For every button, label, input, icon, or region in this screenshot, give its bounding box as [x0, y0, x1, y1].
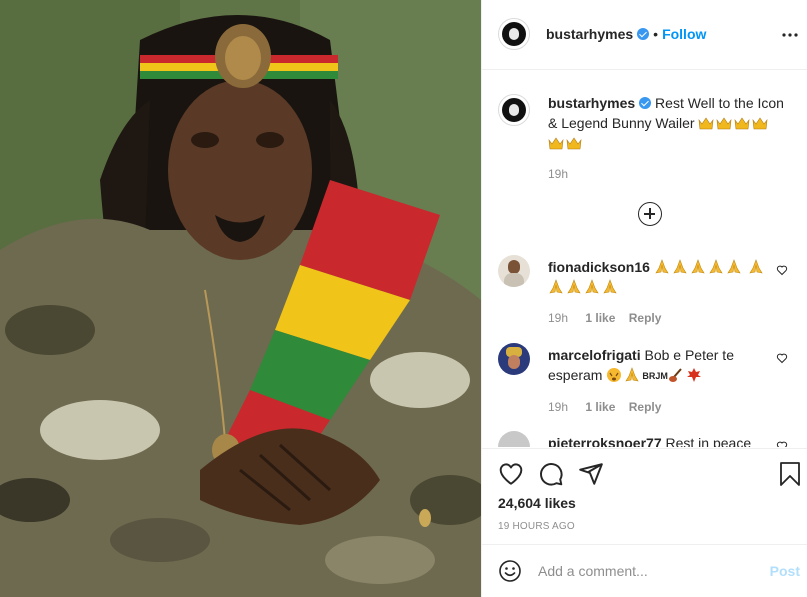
reply-button[interactable]: Reply [629, 311, 662, 325]
comment-icon[interactable] [538, 461, 564, 487]
verified-badge-icon [637, 28, 650, 40]
comment-time[interactable]: 19h [548, 400, 568, 414]
share-icon[interactable] [578, 461, 604, 487]
author-username[interactable]: bustarhymes [546, 26, 633, 42]
post-comment-button[interactable]: Post [770, 563, 800, 579]
caption-time[interactable]: 19h [548, 167, 788, 181]
caption-author-username[interactable]: bustarhymes [548, 95, 635, 111]
caption: bustarhymes Rest Well to the Icon & Lege… [548, 93, 788, 181]
add-comment-bar: Post [482, 544, 807, 597]
brjm-flag-text: BRJM [642, 371, 668, 381]
header-author-line: bustarhymes • Follow [546, 26, 706, 42]
comment-username[interactable]: fionadickson16 [548, 259, 650, 275]
likes-count[interactable]: 24,604 likes [498, 495, 576, 511]
post-photo[interactable] [0, 0, 481, 597]
comment-time[interactable]: 19h [548, 311, 568, 325]
comment-item: pieterroksnoer77 Rest in peace [548, 433, 768, 447]
photo-illustration [0, 0, 481, 597]
separator-dot: • [653, 26, 659, 42]
commenter-avatar[interactable] [498, 343, 530, 375]
commenter-avatar[interactable] [498, 431, 530, 447]
comment-like-heart-icon[interactable] [776, 352, 788, 364]
post-actions: 24,604 likes 19 HOURS AGO [482, 448, 807, 544]
comment-meta: 19h 1 like Reply [548, 400, 768, 414]
add-comment-plus-icon[interactable] [638, 202, 662, 226]
more-options-icon[interactable] [782, 26, 798, 37]
heart-icon[interactable] [498, 461, 524, 487]
bookmark-icon[interactable] [778, 461, 802, 487]
comment-emoji-icons: BRJM [606, 367, 704, 383]
commenter-avatar[interactable] [498, 255, 530, 287]
author-avatar[interactable] [498, 18, 530, 50]
comment-likes[interactable]: 1 like [585, 400, 615, 414]
caption-author-avatar[interactable] [498, 94, 530, 126]
comment-like-heart-icon[interactable] [776, 264, 788, 276]
post-side-panel: bustarhymes • Follow bustarhymes Rest Well… [481, 0, 807, 597]
comment-text: Rest in peace [665, 435, 752, 447]
comment-likes[interactable]: 1 like [585, 311, 615, 325]
follow-button[interactable]: Follow [662, 26, 706, 42]
comment-meta: 19h 1 like Reply [548, 311, 768, 325]
reply-button[interactable]: Reply [629, 400, 662, 414]
comment-input[interactable] [538, 561, 758, 581]
comment-item: marcelofrigati Bob e Peter te esperam BR… [548, 345, 768, 414]
comment-username[interactable]: marcelofrigati [548, 347, 641, 363]
post-header: bustarhymes • Follow [482, 0, 807, 70]
comments-section[interactable]: bustarhymes Rest Well to the Icon & Lege… [482, 71, 807, 447]
comment-username[interactable]: pieterroksnoer77 [548, 435, 662, 447]
comment-like-heart-icon[interactable] [776, 440, 788, 447]
comment-item: fionadickson16 19h 1 like Reply [548, 257, 768, 325]
post-timestamp: 19 HOURS AGO [498, 521, 575, 532]
emoji-icon[interactable] [498, 559, 522, 583]
verified-badge-icon [639, 97, 652, 109]
